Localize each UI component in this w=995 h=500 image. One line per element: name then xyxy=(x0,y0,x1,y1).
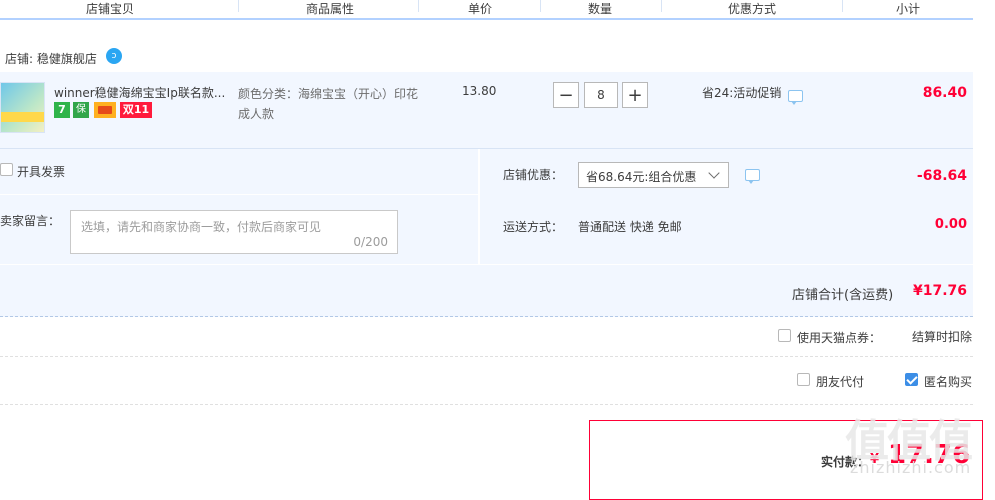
anonymous-purchase-checkbox[interactable] xyxy=(905,373,918,386)
invoice-label[interactable]: 开具发票 xyxy=(17,163,65,180)
column-header: 店铺宝贝 商品属性 单价 数量 优惠方式 小计 xyxy=(0,0,973,20)
guarantee-icon[interactable]: 保 xyxy=(73,102,89,118)
promotion-text: 省24:活动促销 xyxy=(702,86,782,100)
tmall-points-value: 结算时扣除 xyxy=(912,330,973,344)
invoice-checkbox[interactable] xyxy=(0,163,13,176)
message-char-count: 0/200 xyxy=(353,235,388,249)
header-shop-item: 店铺宝贝 xyxy=(85,2,134,16)
tmall-points-label[interactable]: 使用天猫点券： xyxy=(797,329,881,346)
unit-price: 13.80 xyxy=(462,84,497,98)
product-thumbnail[interactable] xyxy=(0,82,45,133)
anonymous-purchase-label[interactable]: 匿名购买 xyxy=(924,373,972,390)
item-subtotal: 86.40 xyxy=(922,85,967,101)
shop-total-value: ¥17.76 xyxy=(912,283,967,299)
header-attribute: 商品属性 xyxy=(305,2,354,16)
shop-total-label: 店铺合计(含运费) xyxy=(792,288,894,303)
header-divider xyxy=(661,0,662,12)
shipping-cost: 0.00 xyxy=(934,217,967,232)
promotion-info-icon[interactable] xyxy=(788,90,803,105)
header-divider xyxy=(540,0,541,12)
seller-message-label: 给卖家留言： xyxy=(0,214,61,228)
divider xyxy=(0,404,973,405)
shop-discount-selected: 省68.64元:组合优惠 xyxy=(586,170,697,184)
header-price: 单价 xyxy=(467,2,492,16)
quantity-decrease-button[interactable]: − xyxy=(553,82,579,108)
discount-info-icon[interactable] xyxy=(745,169,760,184)
header-subtotal: 小计 xyxy=(895,2,920,16)
header-promotion: 优惠方式 xyxy=(727,2,776,16)
shop-discount-label: 店铺优惠： xyxy=(503,168,564,182)
watermark-site: zhizhizhi.com xyxy=(850,458,972,477)
product-title-link[interactable]: winner稳健海绵宝宝Ip联名款... xyxy=(54,84,225,101)
double-eleven-icon[interactable]: 双11 xyxy=(120,102,152,118)
message-placeholder: 选填，请先和商家协商一致，付款后商家可见 xyxy=(81,220,322,234)
friend-pay-label[interactable]: 朋友代付 xyxy=(816,373,864,390)
chat-bubble-icon[interactable]: ᴐ xyxy=(106,48,122,64)
divider xyxy=(0,356,973,357)
product-attribute: 颜色分类：海绵宝宝（开心）印花成人款 xyxy=(238,87,419,121)
header-divider xyxy=(238,0,239,12)
tmall-points-checkbox[interactable] xyxy=(778,329,791,342)
seller-message-textarea[interactable]: 选填，请先和商家协商一致，付款后商家可见 0/200 xyxy=(70,210,398,254)
watermark-logo: 值值值 xyxy=(845,416,973,467)
shipping-label: 运送方式： xyxy=(503,220,564,234)
quantity-input[interactable]: 8 xyxy=(584,82,618,108)
header-divider xyxy=(418,0,419,12)
header-quantity: 数量 xyxy=(587,2,612,16)
chevron-down-icon xyxy=(708,167,720,179)
shop-discount-select[interactable]: 省68.64元:组合优惠 xyxy=(578,162,729,188)
shipping-method: 普通配送 快递 免邮 xyxy=(578,220,682,234)
divider xyxy=(0,194,478,195)
seven-day-return-icon[interactable]: 7 xyxy=(54,102,70,118)
shop-name[interactable]: 店铺: 稳健旗舰店 xyxy=(5,50,97,67)
quantity-increase-button[interactable]: + xyxy=(622,82,648,108)
friend-pay-checkbox[interactable] xyxy=(797,373,810,386)
credit-card-icon[interactable] xyxy=(94,102,116,118)
header-divider xyxy=(842,0,843,12)
shop-discount-amount: -68.64 xyxy=(916,168,967,184)
